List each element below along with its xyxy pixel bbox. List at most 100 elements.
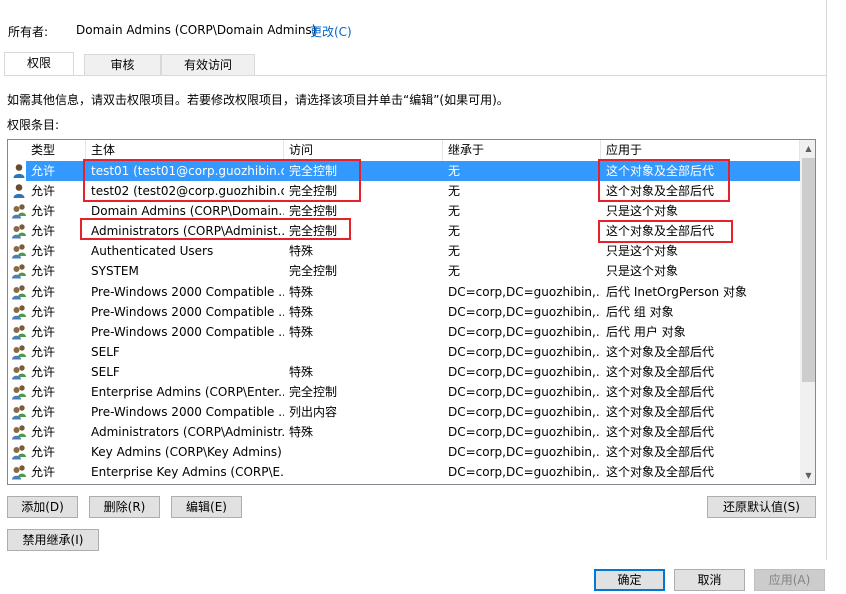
cell-principal: test02 (test02@corp.guozhibin.c... xyxy=(91,184,284,199)
add-button[interactable]: 添加(D) xyxy=(7,496,78,518)
scroll-thumb[interactable] xyxy=(802,158,815,382)
scroll-up-icon[interactable]: ▲ xyxy=(800,140,815,157)
cell-type: 允许 xyxy=(31,405,56,420)
cell-principal: Key Admins (CORP\Key Admins) xyxy=(91,445,282,460)
table-row[interactable]: 允许 Pre-Windows 2000 Compatible ... 特殊 DC=co… xyxy=(8,302,800,322)
cell-principal: SYSTEM xyxy=(91,264,139,279)
remove-button[interactable]: 删除(R) xyxy=(89,496,160,518)
list-header: 类型 主体 访问 继承于 应用于 xyxy=(8,140,800,161)
disable-inheritance-button[interactable]: 禁用继承(I) xyxy=(7,529,99,551)
cell-access xyxy=(284,442,443,462)
tab-effective-access[interactable]: 有效访问 xyxy=(161,54,255,76)
table-row[interactable]: 允许 Domain Admins (CORP\Domain... 完全控制 无 只是这个… xyxy=(8,201,800,221)
group-icon xyxy=(11,444,27,460)
cell-applies-to: 这个对象及全部后代 xyxy=(606,445,715,460)
group-icon xyxy=(11,263,27,279)
cell-principal: Authenticated Users xyxy=(91,244,214,259)
cell-inherited-from: DC=corp,DC=guozhibin,... xyxy=(448,445,601,460)
cell-inherited-from: 无 xyxy=(448,264,461,279)
cell-applies-to: 后代 用户 对象 xyxy=(606,324,686,339)
table-row[interactable]: 允许 Pre-Windows 2000 Compatible ... 特殊 DC=co… xyxy=(8,282,800,302)
group-icon xyxy=(11,384,27,400)
cell-inherited-from: 无 xyxy=(448,204,461,219)
cell-inherited-from: 无 xyxy=(448,244,461,259)
tab-permissions[interactable]: 权限 xyxy=(4,52,74,76)
table-row[interactable]: 允许 Pre-Windows 2000 Compatible ... 特殊 DC=co… xyxy=(8,322,800,342)
table-row[interactable]: 允许 test02 (test02@corp.guozhibin.c... 完全控制… xyxy=(8,181,800,201)
table-row[interactable]: 允许 Administrators (CORP\Administ... 完全控制 无 这… xyxy=(8,221,800,241)
table-row[interactable]: 允许 Authenticated Users 特殊 无 只是这个对象 xyxy=(8,241,800,261)
permission-entries-list[interactable]: 类型 主体 访问 继承于 应用于 允许 test01 (test01@corp.g… xyxy=(7,139,816,485)
cell-access: 完全控制 xyxy=(289,204,338,219)
cell-principal: test01 (test01@corp.guozhibin.c... xyxy=(91,164,284,178)
user-icon xyxy=(11,163,27,179)
cell-type: 允许 xyxy=(31,445,56,460)
vertical-scrollbar[interactable]: ▲ ▼ xyxy=(800,140,815,484)
cell-applies-to: 这个对象及全部后代 xyxy=(606,385,715,400)
edit-button[interactable]: 编辑(E) xyxy=(171,496,242,518)
cell-access: 特殊 xyxy=(289,425,314,440)
cell-access: 完全控制 xyxy=(289,164,338,178)
cell-principal: Enterprise Key Admins (CORP\E... xyxy=(91,465,284,480)
cell-access: 完全控制 xyxy=(289,264,338,279)
list-rows: 允许 test01 (test01@corp.guozhibin.c... 完全控制… xyxy=(8,161,800,483)
table-row[interactable]: 允许 SYSTEM 完全控制 无 只是这个对象 xyxy=(8,261,800,281)
column-header-inherited-from[interactable]: 继承于 xyxy=(443,140,601,161)
table-row[interactable]: 允许 Enterprise Key Admins (CORP\E... DC=cor… xyxy=(8,462,800,482)
cell-principal: Pre-Windows 2000 Compatible ... xyxy=(91,304,284,319)
cell-applies-to: 只是这个对象 xyxy=(606,244,679,259)
group-icon xyxy=(11,324,27,340)
cell-principal: Pre-Windows 2000 Compatible ... xyxy=(91,284,284,299)
cell-principal: Domain Admins (CORP\Domain... xyxy=(91,204,284,219)
column-header-principal[interactable]: 主体 xyxy=(86,140,284,161)
cell-type: 允许 xyxy=(31,465,56,480)
cell-principal: SELF xyxy=(91,364,120,379)
tab-divider xyxy=(4,75,826,76)
tab-auditing[interactable]: 审核 xyxy=(84,54,161,76)
apply-button[interactable]: 应用(A) xyxy=(754,569,825,591)
group-icon xyxy=(11,284,27,300)
cell-type: 允许 xyxy=(31,224,56,239)
cancel-button[interactable]: 取消 xyxy=(674,569,745,591)
column-header-applies-to[interactable]: 应用于 xyxy=(601,140,800,161)
cell-principal: Administrators (CORP\Administ... xyxy=(91,224,284,239)
change-owner-link[interactable]: 更改(C) xyxy=(310,23,352,40)
table-row[interactable]: 允许 Administrators (CORP\Administr... 特殊 DC=… xyxy=(8,422,800,442)
user-icon xyxy=(11,183,27,199)
cell-type: 允许 xyxy=(31,344,56,359)
cell-type: 允许 xyxy=(31,244,56,259)
scroll-down-icon[interactable]: ▼ xyxy=(800,467,815,484)
group-icon xyxy=(11,223,27,239)
cell-type: 允许 xyxy=(31,304,56,319)
table-row[interactable]: 允许 SELF DC=corp,DC=guozhibin,... 这个对象及全部后代 xyxy=(8,342,800,362)
group-icon xyxy=(11,424,27,440)
cell-principal: SELF xyxy=(91,344,120,359)
permission-entries-label: 权限条目: xyxy=(7,118,60,132)
cell-applies-to: 这个对象及全部后代 xyxy=(606,425,715,440)
cell-access: 完全控制 xyxy=(289,224,338,239)
group-icon xyxy=(11,364,27,380)
column-header-access[interactable]: 访问 xyxy=(284,140,443,161)
table-row[interactable]: 允许 Enterprise Admins (CORP\Enter... 完全控制 DC… xyxy=(8,382,800,402)
table-row[interactable]: 允许 Key Admins (CORP\Key Admins) DC=corp,DC… xyxy=(8,442,800,462)
cell-inherited-from: DC=corp,DC=guozhibin,... xyxy=(448,385,601,400)
cell-inherited-from: 无 xyxy=(448,184,461,199)
group-icon xyxy=(11,243,27,259)
cell-access: 特殊 xyxy=(289,244,314,259)
cell-access: 特殊 xyxy=(289,324,314,339)
cell-principal: Administrators (CORP\Administr... xyxy=(91,425,284,440)
cell-principal: Pre-Windows 2000 Compatible ... xyxy=(91,405,284,420)
column-header-type[interactable]: 类型 xyxy=(26,140,86,161)
table-row[interactable]: 允许 SELF 特殊 DC=corp,DC=guozhibin,... 这个对象及全部后… xyxy=(8,362,800,382)
group-icon xyxy=(11,404,27,420)
cell-inherited-from: DC=corp,DC=guozhibin,... xyxy=(448,405,601,420)
restore-defaults-button[interactable]: 还原默认值(S) xyxy=(707,496,816,518)
cell-applies-to: 后代 组 对象 xyxy=(606,304,674,319)
table-row[interactable]: 允许 test01 (test01@corp.guozhibin.c... 完全控制… xyxy=(8,161,800,181)
table-row[interactable]: 允许 Pre-Windows 2000 Compatible ... 列出内容 DC=… xyxy=(8,402,800,422)
cell-type: 允许 xyxy=(31,204,56,219)
window-edge xyxy=(826,0,827,560)
cell-principal: Pre-Windows 2000 Compatible ... xyxy=(91,324,284,339)
ok-button[interactable]: 确定 xyxy=(594,569,665,591)
cell-type: 允许 xyxy=(31,425,56,440)
